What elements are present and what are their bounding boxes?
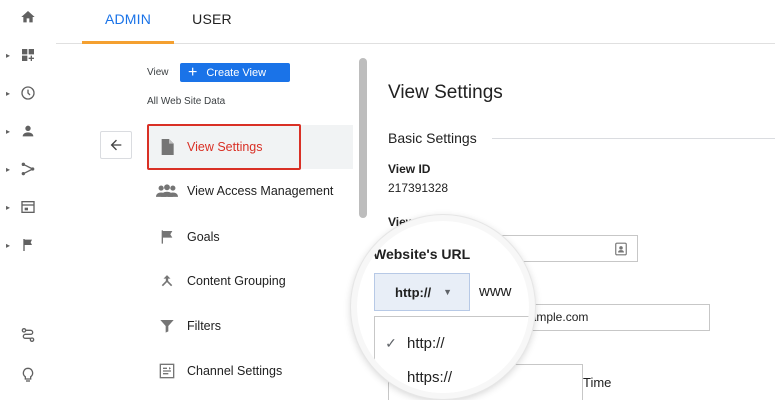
left-nav-rail: ▸ ▸ ▸ ▸ ▸ ▸ [0,0,56,400]
time-zone-label: Time [583,375,612,390]
acquisition-icon [21,162,35,176]
magnifier-callout: Website's URL http:// ▼ www ✓ http:// ht… [351,215,535,399]
menu-item-content-grouping[interactable]: Content Grouping [147,259,353,303]
menu-item-channel-settings[interactable]: Channel Settings [147,349,353,393]
home-icon [21,11,35,23]
ga-admin-screen: ▸ ▸ ▸ ▸ ▸ ▸ ADMIN USER View + Create Vie… [0,0,775,400]
expand-caret-icon: ▸ [6,164,11,174]
filter-icon [160,320,174,333]
contact-card-icon [615,242,627,256]
menu-item-label: View Access Management [187,184,334,198]
back-button[interactable] [100,131,132,159]
arrow-left-icon [110,139,122,151]
dashboard-plus-icon [22,49,34,61]
protocol-dropdown[interactable]: http:// ▼ [374,273,470,311]
audience-nav[interactable]: ▸ [0,116,56,146]
discover-nav[interactable] [0,360,56,390]
people-icon [156,184,178,197]
realtime-nav[interactable]: ▸ [0,78,56,108]
admin-tabs: ADMIN USER [56,0,775,44]
acquisition-nav[interactable]: ▸ [0,154,56,184]
lightbulb-icon [22,367,34,382]
menu-item-filters[interactable]: Filters [147,304,353,348]
section-heading: Basic Settings [388,130,477,146]
view-id-value: 217391328 [388,181,449,195]
option-label: https:// [407,368,453,386]
caret-down-icon: ▼ [443,287,453,297]
menu-item-label: Goals [187,230,220,244]
expand-caret-icon: ▸ [6,126,11,136]
expand-caret-icon: ▸ [6,88,11,98]
flag-icon [23,239,32,251]
clock-icon [21,86,35,100]
create-view-button[interactable]: + Create View [180,63,290,82]
website-url-label: Website's URL [373,246,471,262]
tab-admin[interactable]: ADMIN [82,0,174,44]
expand-caret-icon: ▸ [6,240,11,250]
expand-caret-icon: ▸ [6,202,11,212]
channel-icon [159,363,175,379]
checkmark-icon: ✓ [385,334,397,351]
person-icon [22,125,34,137]
view-column-scrollbar[interactable] [359,58,367,218]
expand-caret-icon: ▸ [6,50,11,60]
protocol-value: http:// [395,284,432,300]
tab-user[interactable]: USER [174,0,250,44]
route-icon [21,328,35,342]
view-column-label: View [147,67,169,78]
menu-item-view-access[interactable]: View Access Management [147,169,353,213]
protocol-option-http[interactable]: ✓ http:// [375,327,529,359]
url-prefix-text: www [479,283,512,300]
attribution-nav[interactable] [0,320,56,350]
view-selector[interactable]: All Web Site Data [147,96,225,107]
behavior-nav[interactable]: ▸ [0,192,56,222]
conversions-nav[interactable]: ▸ [0,230,56,260]
menu-item-label: Channel Settings [187,364,283,378]
page-title: View Settings [388,82,503,103]
menu-item-goals[interactable]: Goals [147,215,353,259]
behavior-icon [21,201,35,213]
home-nav[interactable] [0,2,56,32]
merge-icon [161,275,173,287]
menu-item-label: Filters [187,319,222,333]
view-id-label: View ID [388,162,431,176]
protocol-options-list: ✓ http:// https:// [374,316,529,393]
plus-icon: + [188,63,198,81]
flag-icon [161,230,173,244]
option-label: http:// [407,334,445,352]
menu-item-label: Content Grouping [187,274,286,288]
protocol-option-https[interactable]: https:// [375,361,529,393]
highlight-annotation [147,124,301,170]
customization-nav[interactable]: ▸ [0,40,56,70]
create-view-label: Create View [206,66,267,79]
section-divider [492,138,775,139]
